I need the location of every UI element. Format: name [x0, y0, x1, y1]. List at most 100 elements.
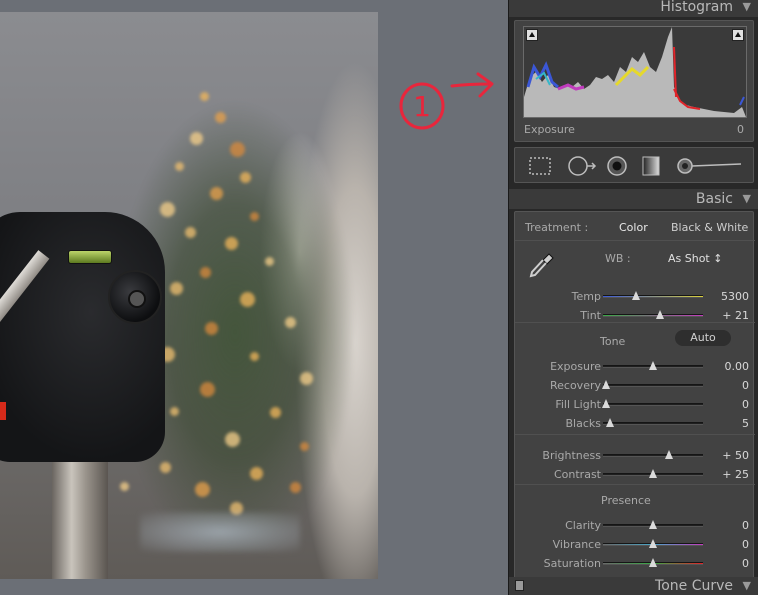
- slider-value[interactable]: + 21: [722, 309, 749, 322]
- bokeh-light: [185, 227, 196, 238]
- triangle-down-icon[interactable]: ▼: [743, 189, 751, 209]
- photo-preview: [0, 12, 378, 579]
- slider-value[interactable]: 0: [742, 379, 749, 392]
- slider-value[interactable]: 0: [742, 519, 749, 532]
- slider-track[interactable]: [603, 310, 703, 319]
- divider: [515, 322, 755, 323]
- histogram-exposure-label: Exposure: [524, 123, 575, 136]
- slider-track[interactable]: [602, 399, 703, 408]
- slider-row-vibrance: Vibrance 0: [515, 538, 755, 552]
- bokeh-light: [200, 92, 209, 101]
- slider-value[interactable]: 5: [742, 417, 749, 430]
- bokeh-light: [210, 187, 223, 200]
- treatment-bw-button[interactable]: Black & White: [671, 221, 748, 234]
- slider-label: Exposure: [550, 360, 601, 373]
- slider-value[interactable]: 5300: [721, 290, 749, 303]
- slider-thumb[interactable]: [602, 399, 610, 408]
- slider-row-contrast: Contrast + 25: [515, 468, 755, 482]
- slider-track[interactable]: [603, 558, 703, 567]
- slider-row-exposure: Exposure 0.00: [515, 360, 755, 374]
- slider-thumb[interactable]: [649, 520, 657, 529]
- bokeh-light: [225, 432, 240, 447]
- slider-value[interactable]: 0: [742, 398, 749, 411]
- bokeh-light: [215, 112, 226, 123]
- wb-label: WB :: [605, 252, 631, 265]
- slider-thumb[interactable]: [632, 291, 640, 300]
- bokeh-light: [225, 237, 238, 250]
- tripod-bubble-level: [68, 250, 112, 264]
- slider-thumb[interactable]: [665, 450, 673, 459]
- bokeh-light: [250, 212, 259, 221]
- slider-label: Contrast: [553, 468, 601, 481]
- slider-track[interactable]: [603, 469, 703, 478]
- slider-value[interactable]: 0.00: [725, 360, 750, 373]
- adjustment-brush-icon[interactable]: [675, 155, 745, 177]
- slider-thumb[interactable]: [649, 469, 657, 478]
- treatment-label: Treatment :: [525, 221, 589, 234]
- basic-panel: Treatment : Color Black & White WB : As …: [514, 211, 755, 581]
- slider-thumb[interactable]: [649, 539, 657, 548]
- bokeh-light: [290, 482, 301, 493]
- slider-value[interactable]: + 50: [722, 449, 749, 462]
- bokeh-light: [200, 382, 215, 397]
- bokeh-light: [240, 292, 255, 307]
- triangle-down-icon[interactable]: ▼: [743, 0, 751, 17]
- tool-strip: [514, 147, 754, 183]
- slider-row-temp: Temp 5300: [515, 290, 755, 304]
- slider-row-tint: Tint + 21: [515, 309, 755, 323]
- bokeh-light: [285, 317, 296, 328]
- slider-thumb[interactable]: [649, 361, 657, 370]
- slider-track[interactable]: [603, 361, 703, 370]
- slider-track[interactable]: [603, 520, 703, 529]
- basic-title: Basic: [695, 191, 733, 207]
- tone-label: Tone: [600, 335, 626, 348]
- slider-thumb[interactable]: [602, 380, 610, 389]
- slider-row-blacks: Blacks 5: [515, 417, 755, 431]
- bokeh-light: [230, 142, 245, 157]
- slider-track[interactable]: [602, 380, 703, 389]
- histogram-plot[interactable]: [523, 26, 747, 118]
- triangle-down-icon[interactable]: ▼: [743, 577, 751, 595]
- tone-curve-title: Tone Curve: [655, 578, 733, 594]
- annotation-number: 1: [413, 90, 431, 123]
- slider-label: Fill Light: [555, 398, 601, 411]
- slider-thumb[interactable]: [649, 558, 657, 567]
- highlight-clipping-button[interactable]: [732, 29, 744, 41]
- spot-removal-icon[interactable]: [567, 155, 597, 177]
- wb-select[interactable]: As Shot ↕: [668, 252, 722, 265]
- histogram-exposure-value: 0: [737, 123, 744, 136]
- tone-curve-header[interactable]: Tone Curve ▼: [509, 577, 758, 595]
- histogram-panel: Exposure 0: [514, 20, 754, 142]
- auto-tone-button[interactable]: Auto: [675, 330, 731, 346]
- develop-right-panel: Histogram ▼ Exposure 0 Basic ▼ Treatment…: [508, 0, 758, 595]
- slider-value[interactable]: 0: [742, 557, 749, 570]
- slider-track[interactable]: [603, 539, 703, 548]
- bokeh-light: [190, 132, 203, 145]
- slider-thumb[interactable]: [606, 418, 614, 427]
- slider-thumb[interactable]: [656, 310, 664, 319]
- divider: [515, 484, 755, 485]
- graduated-filter-icon[interactable]: [639, 155, 663, 177]
- slider-value[interactable]: + 25: [722, 468, 749, 481]
- slider-label: Clarity: [565, 519, 601, 532]
- slider-value[interactable]: 0: [742, 538, 749, 551]
- slider-track[interactable]: [603, 450, 703, 459]
- crop-overlay-icon[interactable]: [528, 155, 552, 177]
- bokeh-light: [270, 407, 281, 418]
- shadow-clipping-button[interactable]: [526, 29, 538, 41]
- bokeh-light: [170, 282, 183, 295]
- slider-track[interactable]: [603, 418, 703, 427]
- slider-track[interactable]: [603, 291, 703, 300]
- histogram-header[interactable]: Histogram ▼: [509, 0, 758, 17]
- bokeh-light: [300, 442, 309, 451]
- treatment-color-button[interactable]: Color: [619, 221, 648, 234]
- slider-label: Recovery: [549, 379, 601, 392]
- slider-row-brightness: Brightness + 50: [515, 449, 755, 463]
- red-eye-icon[interactable]: [605, 155, 629, 177]
- bokeh-light: [250, 352, 259, 361]
- panel-switch-icon[interactable]: [515, 580, 524, 591]
- slider-label: Vibrance: [552, 538, 601, 551]
- eyedropper-icon[interactable]: [527, 250, 557, 280]
- basic-header[interactable]: Basic ▼: [509, 189, 758, 209]
- histogram-title: Histogram: [660, 0, 733, 15]
